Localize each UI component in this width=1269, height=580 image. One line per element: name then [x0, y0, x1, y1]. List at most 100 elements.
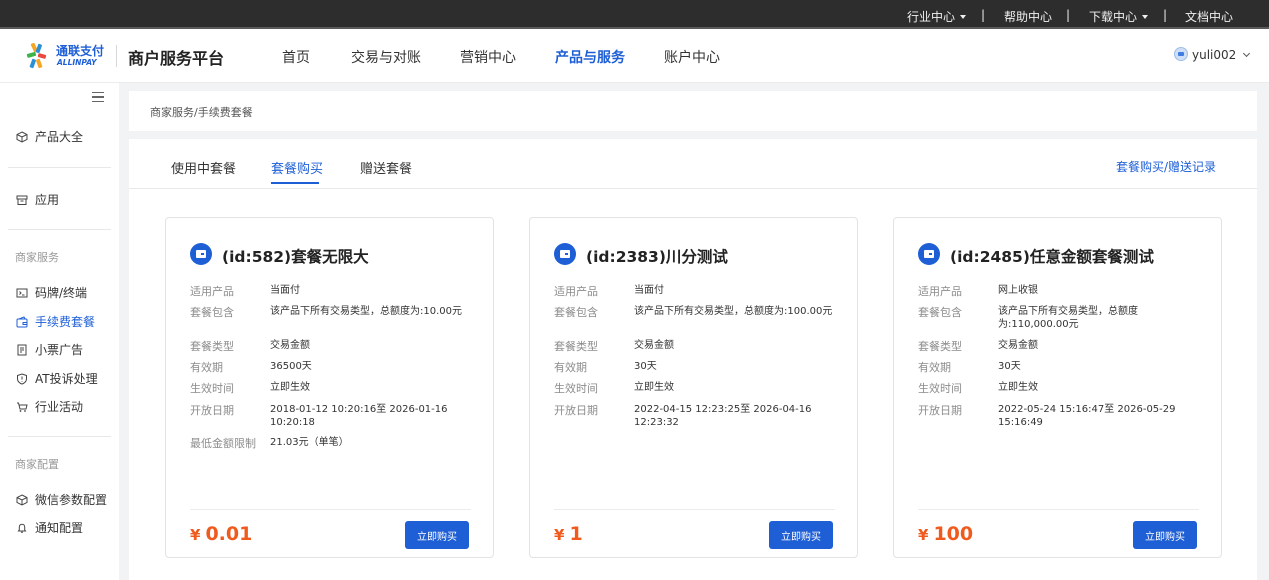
tab-packages-in-use[interactable]: 使用中套餐: [171, 158, 236, 177]
cube-icon: [16, 494, 28, 506]
value-validity: 30天: [998, 361, 1021, 372]
sidebar-item-apps[interactable]: 应用: [16, 191, 59, 208]
menu-collapse-icon[interactable]: [92, 92, 104, 102]
label-contains: 套餐包含: [190, 306, 234, 319]
qr-terminal-icon: [16, 288, 28, 298]
sidebar-section-merchant-config: 商家配置: [15, 458, 59, 471]
sidebar-divider: [8, 229, 111, 230]
sidebar-item-product-catalog[interactable]: 产品大全: [16, 128, 83, 145]
sidebar-item-label: 微信参数配置: [35, 493, 108, 507]
buy-now-button[interactable]: 立即购买: [1133, 521, 1197, 549]
card-divider: [554, 509, 835, 510]
nav-products-services[interactable]: 产品与服务: [555, 47, 625, 67]
price-value: 100: [933, 523, 974, 545]
logo-text-cn: 通联支付: [56, 43, 104, 58]
buy-now-button[interactable]: 立即购买: [405, 521, 469, 549]
sidebar-item-industry-events[interactable]: 行业活动: [16, 398, 83, 415]
logo-text-en: ALLINPAY: [56, 58, 98, 67]
caret-down-icon: [960, 15, 967, 19]
avatar: [1174, 47, 1188, 61]
label-effective: 生效时间: [554, 382, 598, 395]
currency-symbol: ¥: [554, 526, 565, 544]
label-contains: 套餐包含: [554, 306, 598, 319]
label-type: 套餐类型: [554, 340, 598, 353]
nav-transactions-reconciliation[interactable]: 交易与对账: [351, 47, 421, 67]
sidebar-item-qr-terminal[interactable]: 码牌/终端: [16, 284, 87, 301]
package-price: ¥1: [554, 523, 583, 545]
price-value: 0.01: [205, 523, 253, 545]
nav-account-center[interactable]: 账户中心: [664, 47, 720, 67]
caret-down-icon: [1142, 15, 1149, 19]
sidebar-item-label: 应用: [35, 193, 60, 207]
price-value: 1: [569, 523, 583, 545]
sidebar-item-notification-config[interactable]: 通知配置: [16, 519, 83, 536]
platform-title: 商户服务平台: [128, 49, 225, 68]
nav-home[interactable]: 首页: [282, 47, 310, 67]
sidebar-item-label: 产品大全: [35, 130, 84, 144]
label-effective: 生效时间: [190, 382, 234, 395]
package-title: (id:2383)川分测试: [586, 248, 728, 266]
allinpay-logo[interactable]: 通联支付 ALLINPAY: [26, 42, 106, 70]
help-center-link[interactable]: 帮助中心: [1004, 8, 1052, 25]
shield-icon: [17, 373, 27, 385]
currency-symbol: ¥: [190, 526, 201, 544]
purchase-records-link[interactable]: 套餐购买/赠送记录: [1116, 158, 1216, 175]
username: yuli002: [1192, 48, 1237, 62]
packages-panel: 使用中套餐 套餐购买 赠送套餐 套餐购买/赠送记录 (id:582)套餐无限大 …: [129, 139, 1257, 580]
label-type: 套餐类型: [190, 340, 234, 353]
download-center-menu[interactable]: 下载中心: [1089, 8, 1149, 25]
value-product: 当面付: [634, 285, 664, 296]
value-contains: 该产品下所有交易类型，总额度为:100.00元: [634, 306, 833, 317]
sidebar-item-fee-packages[interactable]: 手续费套餐: [16, 313, 95, 330]
sidebar-item-label: 码牌/终端: [35, 286, 88, 300]
sidebar-section-merchant-services: 商家服务: [15, 251, 59, 264]
value-product: 当面付: [270, 285, 300, 296]
label-product: 适用产品: [554, 285, 598, 298]
user-menu[interactable]: yuli002: [1174, 47, 1251, 62]
sidebar-item-receipt-ads[interactable]: 小票广告: [16, 341, 83, 358]
package-card: (id:2485)任意金额套餐测试 适用产品 网上收银 套餐包含 该产品下所有交…: [893, 217, 1222, 558]
tab-package-purchase[interactable]: 套餐购买: [271, 158, 323, 177]
nav-marketing-center[interactable]: 营销中心: [460, 47, 516, 67]
value-type: 交易金额: [998, 340, 1038, 351]
top-utility-bar: 行业中心 | 帮助中心 | 下载中心 | 文档中心: [0, 0, 1269, 29]
breadcrumb-panel: 商家服务/手续费套餐: [129, 91, 1257, 131]
sidebar-item-label: 行业活动: [35, 400, 84, 414]
label-type: 套餐类型: [918, 340, 962, 353]
label-effective: 生效时间: [918, 382, 962, 395]
industry-center-label: 行业中心: [907, 10, 956, 24]
active-tab-indicator: [271, 182, 319, 184]
topbar-separator: |: [1066, 8, 1071, 22]
archive-icon: [16, 195, 28, 205]
package-card: (id:2383)川分测试 适用产品 当面付 套餐包含 该产品下所有交易类型，总…: [529, 217, 858, 558]
sidebar-divider: [8, 167, 111, 168]
industry-center-menu[interactable]: 行业中心: [907, 8, 967, 25]
value-open-date: 2018-01-12 10:20:16至 2026-01-16 10:20:18: [270, 404, 448, 428]
topbar-separator: |: [981, 8, 986, 22]
currency-symbol: ¥: [918, 526, 929, 544]
box-icon: [16, 131, 28, 143]
value-open-date: 2022-04-15 12:23:25至 2026-04-16 12:23:32: [634, 404, 812, 428]
bell-icon: [17, 523, 27, 533]
sidebar: 产品大全 应用 商家服务 码牌/终端 手续费套餐 小票广告 AT投诉处理 行业活…: [0, 83, 119, 580]
chevron-down-icon: [1243, 49, 1251, 58]
card-divider: [918, 509, 1199, 510]
sidebar-item-wechat-config[interactable]: 微信参数配置: [16, 491, 107, 508]
package-price: ¥100: [918, 523, 973, 545]
card-divider: [190, 509, 471, 510]
label-validity: 有效期: [918, 361, 951, 374]
sidebar-item-at-complaints[interactable]: AT投诉处理: [16, 370, 98, 387]
value-type: 交易金额: [270, 340, 310, 351]
tab-gift-packages[interactable]: 赠送套餐: [360, 158, 412, 177]
breadcrumb: 商家服务/手续费套餐: [150, 106, 253, 119]
label-product: 适用产品: [190, 285, 234, 298]
value-type: 交易金额: [634, 340, 674, 351]
label-open-date: 开放日期: [190, 404, 234, 417]
buy-now-button[interactable]: 立即购买: [769, 521, 833, 549]
sidebar-item-label: 手续费套餐: [35, 315, 96, 329]
label-validity: 有效期: [190, 361, 223, 374]
doc-center-link[interactable]: 文档中心: [1185, 8, 1233, 25]
value-effective: 立即生效: [270, 382, 310, 393]
sidebar-divider: [8, 436, 111, 437]
value-validity: 36500天: [270, 361, 312, 372]
